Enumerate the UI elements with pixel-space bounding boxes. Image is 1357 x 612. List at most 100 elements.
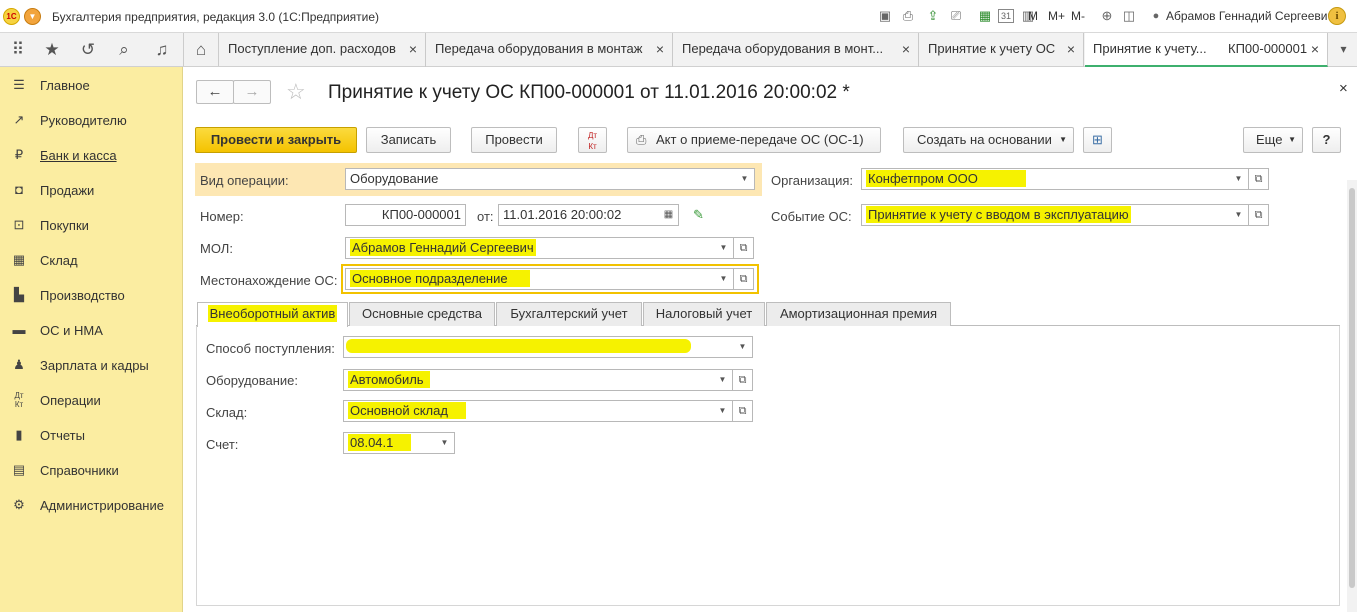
equipment-dropdown-icon[interactable]: ▼ (713, 369, 733, 391)
tab-label: Поступление доп. расходов (228, 41, 396, 56)
favorites-star-icon[interactable]: ★ (34, 33, 70, 66)
print-icon[interactable]: ⎙ (900, 8, 916, 24)
tab-noncurrent-asset[interactable]: Внеоборотный актив (197, 302, 348, 327)
organization-open-icon[interactable]: ⧉ (1249, 168, 1269, 190)
warehouse-dropdown-icon[interactable]: ▼ (713, 400, 733, 422)
sidebar-item-bank[interactable]: ₽ Банк и касса (0, 138, 183, 173)
calendar-icon[interactable]: 31 (998, 9, 1014, 23)
sidebar-item-warehouse[interactable]: ▦ Склад (0, 243, 183, 278)
print-preview-icon[interactable]: ⎚ (948, 8, 964, 24)
sidebar-item-production[interactable]: ▙ Производство (0, 278, 183, 313)
save-icon[interactable]: ▣ (877, 8, 893, 24)
comment-icon[interactable]: ✎ (693, 207, 704, 223)
tab-close-icon[interactable]: × (1311, 33, 1319, 65)
equipment-field[interactable]: Автомобиль (343, 369, 714, 391)
equipment-label: Оборудование: (206, 373, 299, 388)
search-icon[interactable]: ⌕ (106, 33, 142, 66)
mol-open-icon[interactable]: ⧉ (734, 237, 754, 259)
close-document-icon[interactable]: × (1339, 80, 1348, 97)
user-name[interactable]: Абрамов Геннадий Сергеевич (1166, 9, 1334, 23)
tab-fixed-assets[interactable]: Основные средства (349, 302, 495, 326)
tab-additional-costs[interactable]: Поступление доп. расходов × (220, 33, 426, 67)
upload-icon[interactable]: ⇪ (925, 8, 941, 24)
location-value: Основное подразделение (350, 270, 530, 287)
sidebar-item-catalogs[interactable]: ▤ Справочники (0, 453, 183, 488)
save-button[interactable]: Записать (366, 127, 451, 153)
memory-minus-button[interactable]: M- (1071, 9, 1085, 23)
coin-icon: ₽ (14, 147, 24, 162)
info-icon[interactable]: i (1328, 7, 1346, 25)
calendar-picker-icon[interactable]: ▦ (659, 204, 679, 226)
sidebar-item-fixed-assets[interactable]: ▬ ОС и НМА (0, 313, 183, 348)
back-button[interactable]: ← (196, 80, 234, 104)
post-and-close-button[interactable]: Провести и закрыть (195, 127, 357, 153)
tabs-overflow-icon[interactable]: ▾ (1330, 33, 1357, 66)
tab-transfer-installation[interactable]: Передача оборудования в монтаж × (427, 33, 673, 67)
mol-field[interactable]: Абрамов Геннадий Сергеевич (345, 237, 715, 259)
apps-grid-icon[interactable]: ⠿ (0, 33, 36, 66)
sidebar-item-admin[interactable]: ⚙ Администрирование (0, 488, 183, 523)
main-menu-icon[interactable]: ▼ (24, 8, 41, 25)
favorite-star-icon[interactable]: ☆ (286, 80, 306, 104)
mol-dropdown-icon[interactable]: ▼ (714, 237, 734, 259)
sidebar-item-main[interactable]: ☰ Главное (0, 68, 183, 103)
tab-tax-accounting[interactable]: Налоговый учет (643, 302, 765, 326)
organization-label: Организация: (771, 173, 854, 188)
zoom-icon[interactable]: ⊕ (1099, 8, 1115, 24)
home-icon[interactable]: ⌂ (183, 33, 219, 66)
tab-acceptance-document[interactable]: Принятие к учету... КП00-000001 × (1085, 33, 1328, 67)
operation-type-field[interactable]: Оборудование (345, 168, 736, 190)
event-dropdown-icon[interactable]: ▼ (1229, 204, 1249, 226)
tab-close-icon[interactable]: × (656, 33, 664, 65)
sidebar-item-manager[interactable]: ↗ Руководителю (0, 103, 183, 138)
event-field[interactable]: Принятие к учету с вводом в эксплуатацию (861, 204, 1230, 226)
forward-button[interactable]: → (233, 80, 271, 104)
tab-transfer-installation-2[interactable]: Передача оборудования в монт... × (674, 33, 919, 67)
location-dropdown-icon[interactable]: ▼ (714, 268, 734, 290)
location-field[interactable]: Основное подразделение (345, 268, 715, 290)
tab-label: Принятие к учету... (1093, 41, 1207, 56)
dt-kt-button[interactable]: Дт Кт (578, 127, 607, 153)
account-label: Счет: (206, 437, 239, 452)
notifications-bell-icon[interactable]: ♫ (144, 33, 180, 66)
account-dropdown-icon[interactable]: ▼ (435, 432, 455, 454)
tab-acceptance-list[interactable]: Принятие к учету ОС × (920, 33, 1084, 67)
sidebar-item-operations[interactable]: Дт Кт Операции (0, 383, 183, 418)
tab-depreciation-bonus[interactable]: Амортизационная премия (766, 302, 951, 326)
memory-m-button[interactable]: M (1028, 9, 1038, 23)
warehouse-field[interactable]: Основной склад (343, 400, 714, 422)
act-os1-button[interactable]: ⎙ Акт о приеме-передаче ОС (ОС-1) (627, 127, 881, 153)
memory-plus-button[interactable]: M+ (1048, 9, 1065, 23)
window-layout-icon[interactable]: ◫ (1121, 8, 1137, 24)
sidebar-item-purchases[interactable]: ⊡ Покупки (0, 208, 183, 243)
date-field[interactable]: 11.01.2016 20:00:02 (498, 204, 660, 226)
scrollbar-thumb[interactable] (1349, 188, 1355, 588)
account-field[interactable]: 08.04.1 (343, 432, 436, 454)
tab-doc-number: КП00-000001 (1228, 41, 1308, 56)
organization-dropdown-icon[interactable]: ▼ (1229, 168, 1249, 190)
event-open-icon[interactable]: ⧉ (1249, 204, 1269, 226)
1c-logo-icon[interactable]: 1С (3, 8, 20, 25)
trend-icon: ↗ (13, 112, 25, 127)
receipt-method-dropdown-icon[interactable]: ▼ (733, 336, 753, 358)
sidebar-item-sales[interactable]: ◘ Продажи (0, 173, 183, 208)
operation-type-dropdown-icon[interactable]: ▼ (735, 168, 755, 190)
sidebar-item-reports[interactable]: ▮ Отчеты (0, 418, 183, 453)
tab-close-icon[interactable]: × (409, 33, 417, 65)
organization-field[interactable]: Конфетпром ООО (861, 168, 1230, 190)
location-open-icon[interactable]: ⧉ (734, 268, 754, 290)
calculator-icon[interactable]: ▦ (977, 8, 993, 24)
equipment-open-icon[interactable]: ⧉ (733, 369, 753, 391)
post-button[interactable]: Провести (471, 127, 557, 153)
more-button[interactable]: Еще ▼ (1243, 127, 1303, 153)
number-field[interactable]: КП00-000001 (345, 204, 466, 226)
history-icon[interactable]: ↺ (70, 33, 106, 66)
create-based-on-button[interactable]: Создать на основании ▼ (903, 127, 1074, 153)
tab-close-icon[interactable]: × (1067, 33, 1075, 65)
tab-close-icon[interactable]: × (902, 33, 910, 65)
tab-accounting[interactable]: Бухгалтерский учет (496, 302, 642, 326)
sidebar-item-salary[interactable]: ♟ Зарплата и кадры (0, 348, 183, 383)
structure-icon[interactable]: ⊞ (1083, 127, 1112, 153)
help-button[interactable]: ? (1312, 127, 1341, 153)
warehouse-open-icon[interactable]: ⧉ (733, 400, 753, 422)
